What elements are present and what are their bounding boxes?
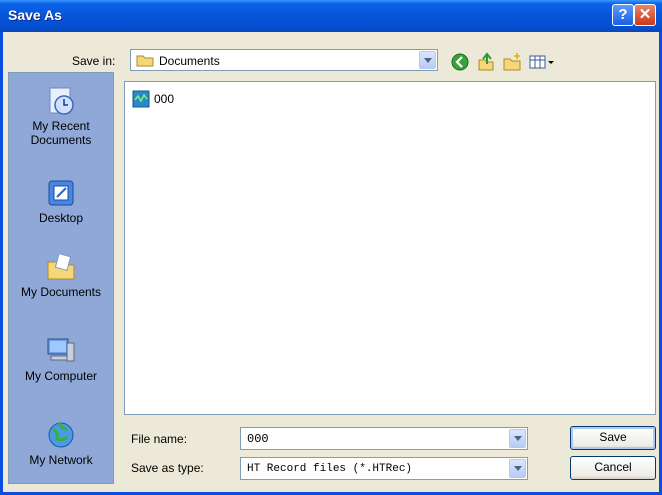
place-label-line1: My Recent — [32, 119, 90, 133]
record-file-icon — [132, 90, 150, 108]
places-bar: My Recent Documents Desktop My Documents… — [8, 72, 114, 484]
place-label: Desktop — [38, 211, 84, 225]
place-desktop[interactable]: Desktop — [9, 177, 113, 225]
place-my-documents[interactable]: My Documents — [9, 251, 113, 299]
save-in-dropdown[interactable]: Documents — [130, 49, 438, 71]
place-label: My Network — [29, 453, 93, 467]
place-label: My Documents — [20, 285, 102, 299]
my-computer-icon — [47, 338, 75, 362]
my-network-icon — [48, 422, 74, 448]
help-icon: ? — [618, 6, 628, 23]
help-button[interactable]: ? — [612, 4, 634, 26]
place-my-computer[interactable]: My Computer — [9, 335, 113, 383]
save-in-value: Documents — [159, 54, 220, 68]
chevron-down-icon[interactable] — [509, 429, 526, 448]
file-name-label: File name: — [131, 432, 188, 446]
dialog-title: Save As — [8, 7, 62, 23]
my-documents-icon — [47, 253, 75, 280]
save-in-label: Save in: — [72, 54, 116, 68]
place-my-network[interactable]: My Network — [9, 419, 113, 467]
place-label: My Computer — [24, 369, 98, 383]
place-label-line2: Documents — [30, 133, 92, 147]
save-type-dropdown[interactable]: HT Record files (*.HTRec) — [240, 457, 528, 480]
close-button[interactable]: ✕ — [634, 4, 656, 26]
chevron-down-icon[interactable] — [419, 51, 436, 69]
close-icon: ✕ — [638, 6, 652, 23]
file-name-value: 000 — [247, 432, 269, 446]
save-button[interactable]: Save — [570, 426, 656, 450]
chevron-down-icon[interactable] — [509, 459, 526, 478]
views-menu-icon[interactable] — [528, 52, 556, 72]
file-name: 000 — [154, 92, 175, 106]
file-list[interactable]: 000 — [124, 81, 656, 415]
save-type-value: HT Record files (*.HTRec) — [247, 463, 413, 475]
desktop-icon — [48, 180, 74, 206]
cancel-button[interactable]: Cancel — [570, 456, 656, 480]
save-type-label: Save as type: — [131, 461, 204, 475]
new-folder-icon[interactable] — [502, 52, 522, 72]
back-arrow-icon[interactable] — [450, 52, 470, 72]
title-bar: Save As ? ✕ — [0, 0, 662, 32]
file-name-input[interactable]: 000 — [240, 427, 528, 450]
folder-icon — [136, 55, 154, 67]
up-folder-icon[interactable] — [476, 52, 496, 72]
place-my-recent-documents[interactable]: My Recent Documents — [9, 85, 113, 147]
file-item[interactable]: 000 — [132, 90, 174, 111]
recent-documents-icon — [49, 87, 74, 115]
